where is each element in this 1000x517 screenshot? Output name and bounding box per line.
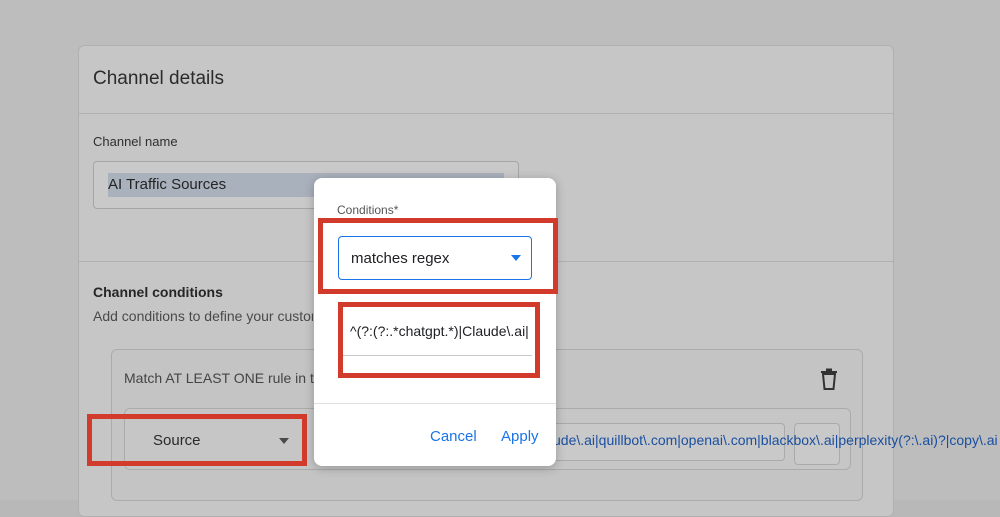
channel-conditions-hint: Add conditions to define your custom cha…	[93, 308, 313, 324]
card-title: Channel details	[93, 68, 224, 89]
regex-overflow-text: ude\.ai|quillbot\.com|openai\.com|blackb…	[553, 432, 998, 448]
dialog-divider	[314, 403, 556, 404]
highlight-box-source	[87, 414, 307, 466]
conditions-label: Conditions*	[337, 203, 399, 217]
highlight-box-operator	[318, 218, 558, 294]
channel-name-value: AI Traffic Sources	[108, 176, 227, 193]
trash-icon[interactable]	[820, 368, 838, 390]
cancel-button[interactable]: Cancel	[430, 428, 477, 445]
rule-group-label: Match AT LEAST ONE rule in this group	[124, 370, 324, 386]
highlight-box-regex	[338, 302, 540, 378]
apply-button[interactable]: Apply	[501, 428, 539, 445]
channel-conditions-heading: Channel conditions	[93, 284, 223, 300]
channel-name-label: Channel name	[93, 134, 178, 149]
divider	[79, 113, 893, 114]
